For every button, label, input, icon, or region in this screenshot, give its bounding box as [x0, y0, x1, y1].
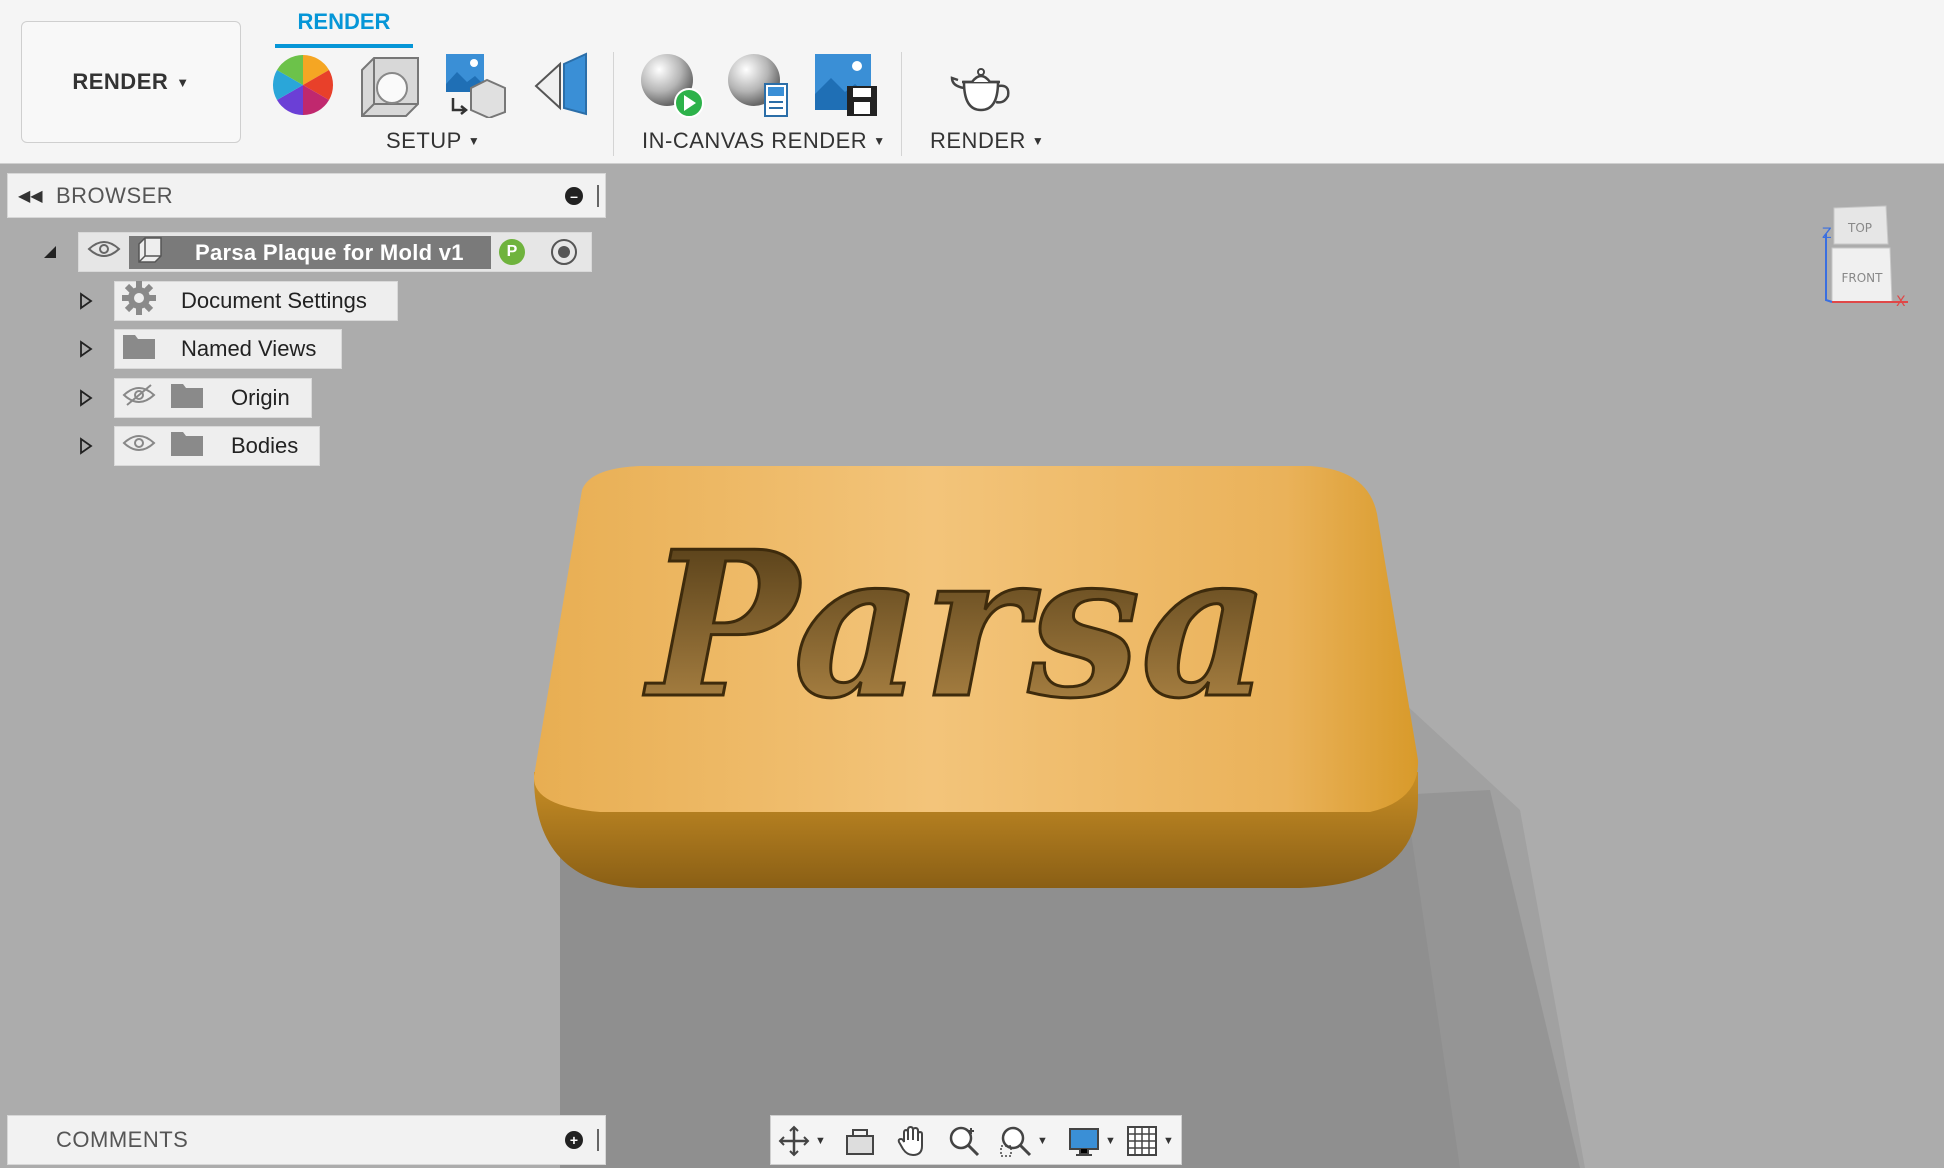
setup-group-label: SETUP	[386, 128, 462, 153]
scene-settings-icon[interactable]	[356, 52, 422, 118]
pan-hand-icon	[897, 1125, 923, 1157]
toolbar-divider	[613, 52, 614, 156]
appearance-icon[interactable]	[270, 52, 336, 118]
viewcube-top-label: TOP	[1847, 221, 1872, 235]
pan-button[interactable]	[895, 1124, 929, 1158]
setup-group-dropdown[interactable]: SETUP ▼	[386, 128, 480, 154]
viewcube-front-label: FRONT	[1842, 271, 1884, 285]
decal-icon[interactable]	[530, 52, 596, 118]
chevron-down-icon: ▼	[176, 74, 190, 90]
texture-map-icon[interactable]	[443, 52, 509, 120]
toolbar: RENDER ▼ RENDER SETUP ▼ IN-CANVAS RENDER…	[0, 0, 1944, 164]
model-engraved-text: Parsa	[643, 508, 1270, 743]
fit-window-button[interactable]: ▼	[999, 1124, 1048, 1158]
axis-z-label: Z	[1822, 226, 1832, 242]
comments-panel-header: COMMENTS +	[7, 1115, 606, 1165]
grid-settings-button[interactable]: ▼	[1125, 1124, 1174, 1158]
chevron-down-icon: ▼	[1031, 134, 1045, 148]
workspace-label: RENDER	[72, 69, 169, 94]
look-at-icon	[846, 1129, 874, 1155]
tab-render[interactable]: RENDER	[275, 8, 413, 48]
orbit-icon	[778, 1125, 810, 1157]
chevron-down-icon: ▼	[467, 134, 481, 148]
orbit-button[interactable]: ▼	[777, 1124, 826, 1158]
axis-x-label: X	[1896, 294, 1906, 308]
zoom-window-icon	[1000, 1126, 1032, 1157]
chevron-down-icon: ▼	[1037, 1135, 1048, 1147]
in-canvas-render-group-label: IN-CANVAS RENDER	[642, 128, 868, 153]
expand-panel-button[interactable]: +	[565, 1131, 583, 1149]
chevron-down-icon: ▼	[1105, 1135, 1116, 1147]
navigation-bar: ▼ ▼ ▼ ▼	[770, 1115, 1182, 1165]
viewcube[interactable]: TOP FRONT Z X	[1822, 204, 1908, 310]
zoom-icon	[949, 1126, 980, 1157]
render-settings-icon[interactable]	[725, 52, 791, 118]
in-canvas-render-icon[interactable]	[638, 52, 704, 118]
comments-title: COMMENTS	[56, 1127, 189, 1152]
chevron-down-icon: ▼	[873, 134, 886, 148]
monitor-icon	[1069, 1128, 1099, 1156]
chevron-down-icon: ▼	[1163, 1135, 1174, 1147]
display-settings-button[interactable]: ▼	[1067, 1124, 1116, 1158]
panel-resize-handle[interactable]	[597, 1129, 599, 1151]
capture-image-icon[interactable]	[813, 52, 879, 118]
zoom-button[interactable]	[947, 1124, 981, 1158]
canvas-viewport[interactable]: Parsa	[0, 164, 1944, 1168]
grid-icon	[1127, 1126, 1157, 1156]
render-teapot-icon[interactable]	[948, 52, 1014, 118]
render-group-dropdown[interactable]: RENDER ▼	[930, 128, 1044, 154]
look-at-button[interactable]	[843, 1124, 877, 1158]
toolbar-divider	[901, 52, 902, 156]
chevron-down-icon: ▼	[815, 1135, 826, 1147]
workspace-switcher-button[interactable]: RENDER ▼	[21, 21, 241, 143]
in-canvas-render-group-dropdown[interactable]: IN-CANVAS RENDER ▼	[642, 128, 886, 154]
render-group-label: RENDER	[930, 128, 1026, 153]
